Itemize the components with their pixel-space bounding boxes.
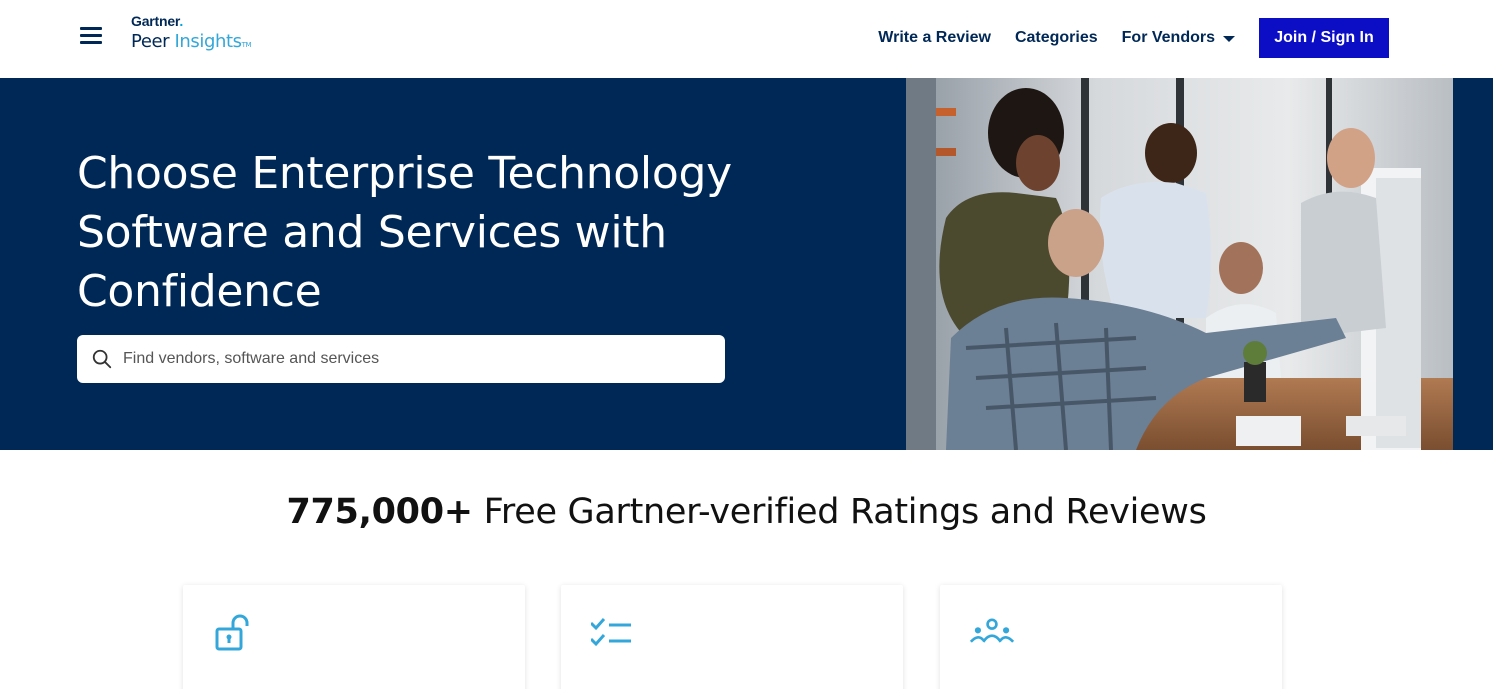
nav-write-review[interactable]: Write a Review: [878, 29, 991, 47]
hero-right-edge: [1453, 78, 1493, 450]
join-sign-in-button[interactable]: Join / Sign In: [1259, 18, 1389, 58]
nav-for-vendors-label: For Vendors: [1121, 29, 1215, 46]
hero-section: Choose Enterprise Technology Software an…: [0, 78, 1493, 450]
checklist-icon: [591, 618, 631, 647]
stats-text: Free Gartner-verified Ratings and Review…: [483, 492, 1207, 532]
search-icon: [92, 349, 112, 369]
search-placeholder: Find vendors, software and services: [123, 350, 380, 367]
unlock-icon: [215, 614, 249, 651]
logo-brand: Gartner.: [131, 13, 184, 29]
community-icon: [970, 618, 1014, 643]
nav-for-vendors-dropdown[interactable]: For Vendors: [1122, 29, 1235, 47]
logo-insights: Insights: [174, 31, 243, 52]
hero-title: Choose Enterprise Technology Software an…: [77, 148, 732, 317]
feature-card-checklist[interactable]: [561, 585, 903, 689]
feature-card-community[interactable]: [940, 585, 1282, 689]
main-nav: Write a Review Categories For Vendors Jo…: [878, 18, 1389, 58]
nav-categories[interactable]: Categories: [1015, 29, 1098, 47]
hamburger-menu-icon[interactable]: [78, 24, 106, 48]
logo-tm: TM: [241, 41, 252, 49]
feature-card-unlock[interactable]: [183, 585, 525, 689]
gartner-peer-insights-logo[interactable]: Gartner. Peer InsightsTM: [131, 13, 271, 59]
site-header: Gartner. Peer InsightsTM Write a Review …: [0, 0, 1493, 78]
hero-photo: [906, 78, 1453, 450]
logo-peer: Peer: [131, 31, 170, 52]
hero-photo-illustration: [906, 78, 1453, 450]
stats-count: 775,000+: [286, 492, 473, 532]
search-input[interactable]: Find vendors, software and services: [77, 335, 725, 383]
logo-product: Peer InsightsTM: [131, 31, 271, 56]
caret-down-icon: [1223, 36, 1235, 42]
stats-heading: 775,000+ Free Gartner-verified Ratings a…: [0, 492, 1493, 532]
